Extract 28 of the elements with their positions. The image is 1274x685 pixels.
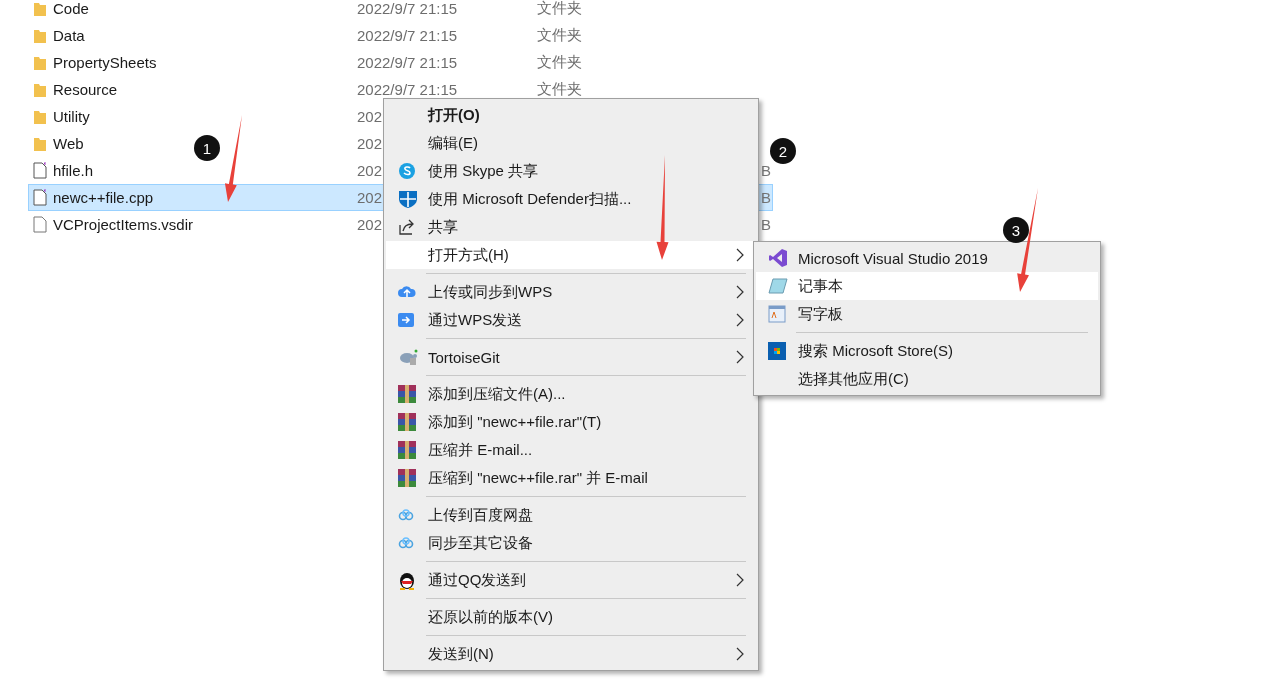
file-name: PropertySheets	[53, 54, 157, 71]
file-type: 文件夹	[537, 0, 582, 18]
file-date: 202	[357, 108, 383, 125]
file-date: 2022/9/7 21:15	[357, 0, 458, 17]
file-date: 202	[357, 189, 383, 206]
file-type: 文件夹	[537, 80, 582, 99]
file-date: 202	[357, 216, 383, 233]
file-date: 202	[357, 162, 383, 179]
file-date: 202	[357, 135, 383, 152]
file-name: Code	[53, 0, 89, 17]
file-name: newc++file.cpp	[53, 189, 154, 206]
file-size: B	[761, 162, 771, 179]
step-number: 2	[770, 138, 796, 164]
file-name: Data	[53, 27, 85, 44]
file-date: 2022/9/7 21:15	[357, 27, 458, 44]
file-date: 2022/9/7 21:15	[357, 81, 458, 98]
step-number: 1	[194, 135, 220, 161]
file-name: hfile.h	[53, 162, 94, 179]
file-size: B	[761, 216, 771, 233]
file-name: Resource	[53, 81, 118, 98]
file-size: B	[761, 189, 771, 206]
step-number: 3	[1003, 217, 1029, 243]
file-name: Utility	[53, 108, 90, 125]
file-type: 文件夹	[537, 53, 582, 72]
file-name: Web	[53, 135, 84, 152]
file-type: 文件夹	[537, 26, 582, 45]
file-date: 2022/9/7 21:15	[357, 54, 458, 71]
file-name: VCProjectItems.vsdir	[53, 216, 194, 233]
